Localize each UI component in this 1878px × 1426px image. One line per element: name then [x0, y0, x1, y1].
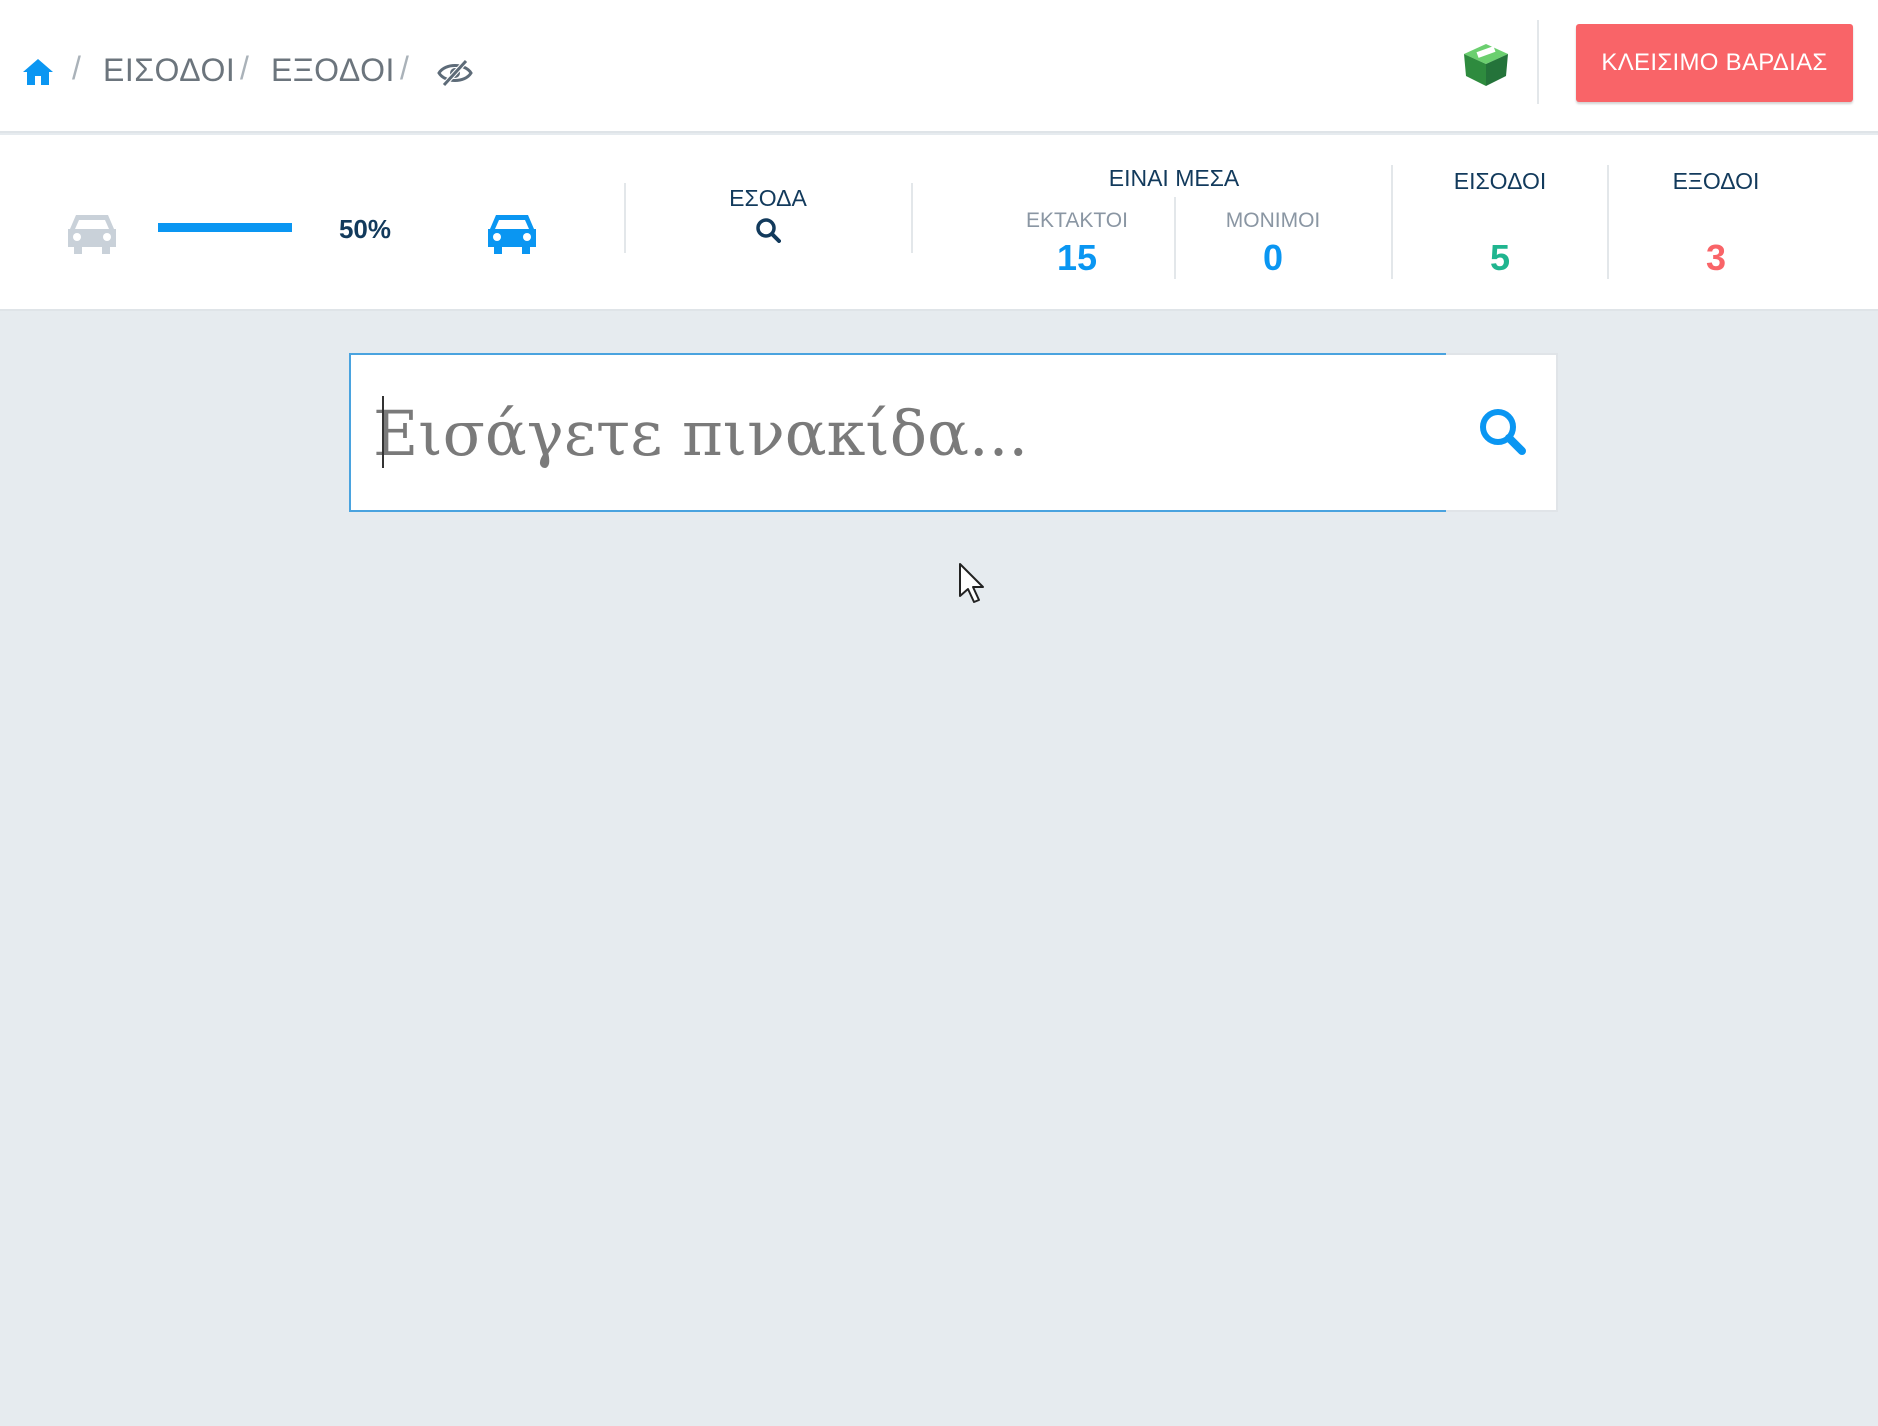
eye-slash-icon[interactable] — [436, 58, 474, 88]
breadcrumb-exits[interactable]: ΕΞΟΔΟΙ — [271, 52, 395, 89]
exits-title: ΕΞΟΔΟΙ — [1672, 168, 1760, 194]
top-header: / ΕΙΣΟΔΟΙ / ΕΞΟΔΟΙ / ΚΛΕΙΣΙΜΟ ΒΑΡΔΙΑΣ — [0, 0, 1878, 133]
plate-search-box — [349, 353, 1558, 512]
stats-divider — [1174, 197, 1176, 279]
permanent-label: ΜΟΝΙΜΟΙ — [1225, 209, 1321, 232]
text-caret — [382, 396, 384, 468]
exits-count: 3 — [1705, 237, 1727, 278]
entries-title: ΕΙΣΟΔΟΙ — [1453, 168, 1547, 194]
stats-divider — [911, 183, 913, 253]
stats-divider — [1391, 165, 1393, 279]
revenue-search-icon[interactable] — [755, 217, 781, 243]
search-icon — [1480, 409, 1526, 455]
close-shift-button[interactable]: ΚΛΕΙΣΙΜΟ ΒΑΡΔΙΑΣ — [1576, 24, 1853, 102]
car-full-icon — [488, 215, 536, 254]
car-empty-icon — [68, 215, 116, 254]
plate-search-input[interactable] — [373, 373, 1443, 493]
home-icon[interactable] — [22, 56, 54, 88]
breadcrumb-entries[interactable]: ΕΙΣΟΔΟΙ — [103, 52, 235, 89]
cash-register-icon[interactable] — [1460, 40, 1512, 88]
stats-divider — [624, 183, 626, 253]
mouse-cursor-icon — [959, 563, 984, 603]
occasional-label: ΕΚΤΑΚΤΟΙ — [1026, 209, 1128, 232]
occasional-count: 15 — [1056, 237, 1098, 278]
permanent-count: 0 — [1262, 237, 1284, 278]
stats-divider — [1607, 165, 1609, 279]
stats-bar: 50% ΕΣΟΔΑ ΕΙΝΑΙ ΜΕΣΑ ΕΚΤΑΚΤΟΙ 15 ΜΟΝΙΜΟΙ… — [0, 135, 1878, 311]
occupancy-percent: 50% — [338, 214, 392, 244]
header-divider — [1537, 20, 1539, 104]
occupancy-progress-fill — [158, 223, 292, 232]
entries-count: 5 — [1489, 237, 1511, 278]
breadcrumb-separator: / — [400, 50, 409, 86]
inside-title: ΕΙΝΑΙ ΜΕΣΑ — [1108, 165, 1240, 191]
plate-search-button[interactable] — [1446, 353, 1558, 512]
breadcrumb-separator: / — [72, 50, 81, 86]
revenue-title: ΕΣΟΔΑ — [729, 185, 807, 211]
occupancy-progress-bar — [158, 223, 292, 232]
breadcrumb-separator: / — [240, 50, 249, 86]
